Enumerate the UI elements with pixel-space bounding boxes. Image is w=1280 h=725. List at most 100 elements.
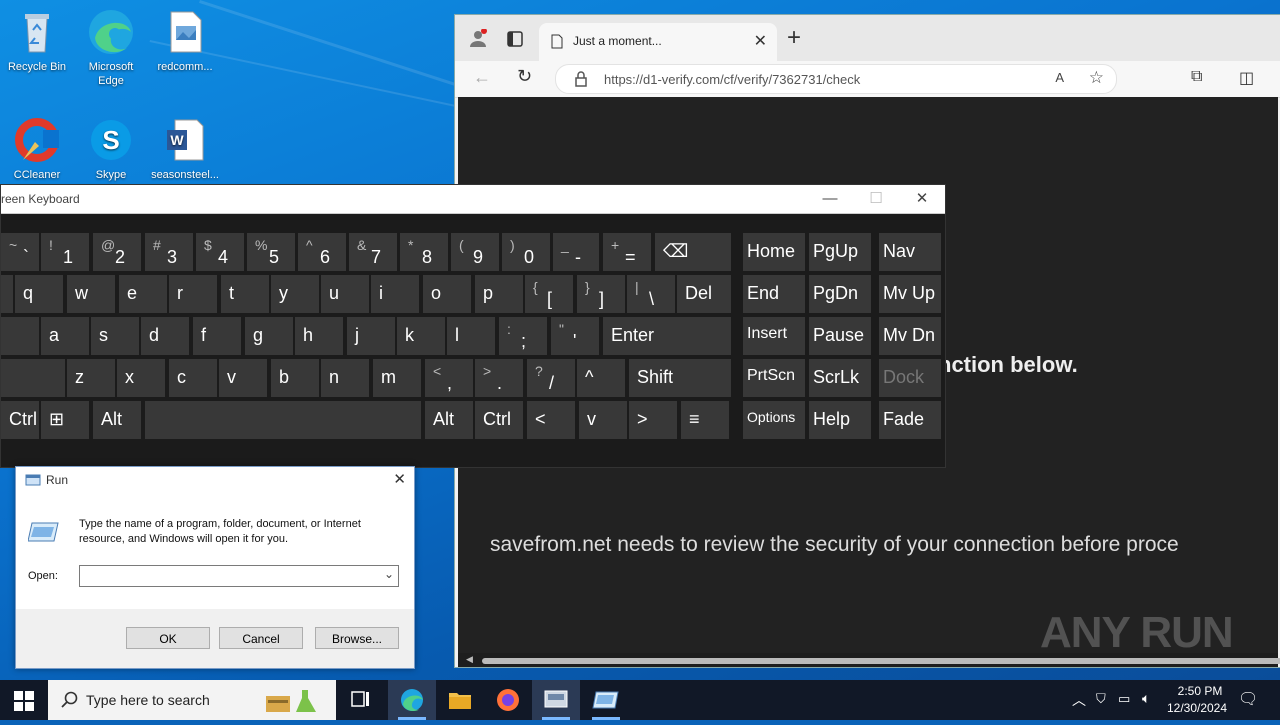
key-help[interactable]: Help: [809, 401, 871, 439]
key--2-10[interactable]: " ': [551, 317, 599, 355]
taskbar-search[interactable]: Type here to search: [48, 680, 336, 720]
key--2-9[interactable]: :;: [499, 317, 547, 355]
key-1-0-1[interactable]: ! 1: [41, 233, 89, 271]
key--0-12[interactable]: + =: [603, 233, 651, 271]
key--1-12[interactable]: | \: [627, 275, 675, 313]
start-icon[interactable]: [14, 691, 34, 716]
key-0-0-10[interactable]: ) 0: [502, 233, 550, 271]
taskbar-date[interactable]: 12/30/2024: [1164, 701, 1230, 715]
scroll-left-icon[interactable]: ◀: [466, 654, 473, 665]
maximize-icon[interactable]: ☐: [853, 185, 899, 213]
desktop-icon-ccleaner[interactable]: CCleaner: [0, 116, 74, 182]
key-d-2-2[interactable]: d: [141, 317, 189, 355]
split-screen-icon[interactable]: ◫: [1239, 68, 1254, 88]
key-pgup[interactable]: PgUp: [809, 233, 871, 271]
key-s-2-1[interactable]: s: [91, 317, 139, 355]
key-shift-3-11[interactable]: Shift: [629, 359, 731, 397]
close-icon[interactable]: ✕: [899, 185, 945, 213]
key--3-10[interactable]: ^: [577, 359, 625, 397]
key-c-3-2[interactable]: c: [169, 359, 217, 397]
key-b-3-4[interactable]: b: [271, 359, 319, 397]
key--4-6[interactable]: <: [527, 401, 575, 439]
key-partial[interactable]: [1, 275, 13, 313]
key-alt-4-4[interactable]: Alt: [425, 401, 473, 439]
osk-taskbar-icon[interactable]: [532, 680, 580, 720]
key-end[interactable]: End: [743, 275, 805, 313]
key-alt-4-2[interactable]: Alt: [93, 401, 141, 439]
key-g-2-4[interactable]: g: [245, 317, 293, 355]
key-f-2-3[interactable]: f: [193, 317, 241, 355]
key--3-9[interactable]: ? /: [527, 359, 575, 397]
key-m-3-6[interactable]: m: [373, 359, 421, 397]
task-view-icon[interactable]: [336, 680, 384, 720]
ok-button[interactable]: OK: [126, 627, 210, 649]
file-explorer-icon[interactable]: [436, 680, 484, 720]
firefox-icon[interactable]: [484, 680, 532, 720]
key-fade[interactable]: Fade: [879, 401, 941, 439]
key--0-13[interactable]: ⌫: [655, 233, 731, 271]
key-7-0-7[interactable]: & 7: [349, 233, 397, 271]
key-ctrl-4-5[interactable]: Ctrl: [475, 401, 523, 439]
run-close-icon[interactable]: ✕: [393, 470, 406, 488]
key-8-0-8[interactable]: * 8: [400, 233, 448, 271]
key--4-9[interactable]: ≡: [681, 401, 729, 439]
key--1-11[interactable]: }]: [577, 275, 625, 313]
key-t-1-4[interactable]: t: [221, 275, 269, 313]
key-h-2-5[interactable]: h: [295, 317, 343, 355]
volume-icon[interactable]: 🔈︎: [1142, 690, 1150, 707]
key-home[interactable]: Home: [743, 233, 805, 271]
url-field[interactable]: https://d1-verify.com/cf/verify/7362731/…: [555, 64, 1117, 94]
key-i-1-7[interactable]: i: [371, 275, 419, 313]
key-pgdn[interactable]: PgDn: [809, 275, 871, 313]
key-enter-2-11[interactable]: Enter: [603, 317, 731, 355]
key-pause[interactable]: Pause: [809, 317, 871, 355]
tray-chevron-up-icon[interactable]: ︿: [1072, 690, 1086, 710]
key--3-8[interactable]: >.: [475, 359, 523, 397]
key-r-1-3[interactable]: r: [169, 275, 217, 313]
favorite-icon[interactable]: ☆: [1089, 68, 1104, 88]
key-partial[interactable]: [1, 359, 65, 397]
key-nav[interactable]: Nav: [879, 233, 941, 271]
profile-icon[interactable]: [469, 28, 487, 47]
edge-taskbar-icon[interactable]: [388, 680, 436, 720]
key-q-1-0[interactable]: q: [15, 275, 63, 313]
network-icon[interactable]: ▭: [1118, 691, 1130, 707]
key-4-0-4[interactable]: $4: [196, 233, 244, 271]
key--0-11[interactable]: _ -: [553, 233, 599, 271]
key-6-0-6[interactable]: ^ 6: [298, 233, 346, 271]
desktop-icon-seasonsteel[interactable]: W seasonsteel...: [148, 116, 222, 182]
desktop-icon-edge[interactable]: Microsoft Edge: [74, 8, 148, 88]
refresh-icon[interactable]: ↻: [517, 66, 532, 87]
browser-tab[interactable]: Just a moment... ✕: [539, 23, 777, 61]
taskbar-time[interactable]: 2:50 PM: [1172, 684, 1228, 698]
key-3-0-3[interactable]: #3: [145, 233, 193, 271]
key-insert[interactable]: Insert: [743, 317, 805, 355]
key--4-1[interactable]: ⊞: [41, 401, 89, 439]
desktop-icon-recycle-bin[interactable]: Recycle Bin: [0, 8, 74, 74]
browse-button[interactable]: Browse...: [315, 627, 399, 649]
key-l-2-8[interactable]: l: [447, 317, 495, 355]
key-o-1-8[interactable]: o: [423, 275, 471, 313]
desktop-icon-redcomm[interactable]: redcomm...: [148, 8, 222, 74]
key-9-0-9[interactable]: (9: [451, 233, 499, 271]
new-tab-icon[interactable]: +: [787, 24, 801, 52]
scrollbar-thumb[interactable]: [482, 658, 1280, 664]
key-v-3-3[interactable]: v: [219, 359, 267, 397]
key-n-3-5[interactable]: n: [321, 359, 369, 397]
key-a-2-0[interactable]: a: [41, 317, 89, 355]
key-e-1-2[interactable]: e: [119, 275, 167, 313]
key-2-0-2[interactable]: @2: [93, 233, 141, 271]
key-j-2-6[interactable]: j: [347, 317, 395, 355]
desktop-icon-skype[interactable]: S Skype: [74, 116, 148, 182]
key--4-8[interactable]: >: [629, 401, 677, 439]
key-ctrl-4-0[interactable]: Ctrl: [1, 401, 39, 439]
key-5-0-5[interactable]: % 5: [247, 233, 295, 271]
cancel-button[interactable]: Cancel: [219, 627, 303, 649]
read-aloud-icon[interactable]: A: [1055, 70, 1064, 85]
minimize-icon[interactable]: —: [807, 185, 853, 213]
key-mvdn[interactable]: Mv Dn: [879, 317, 941, 355]
tab-actions-icon[interactable]: [507, 31, 523, 52]
close-tab-icon[interactable]: ✕: [754, 31, 767, 51]
key--3-7[interactable]: <,: [425, 359, 473, 397]
key-y-1-5[interactable]: y: [271, 275, 319, 313]
